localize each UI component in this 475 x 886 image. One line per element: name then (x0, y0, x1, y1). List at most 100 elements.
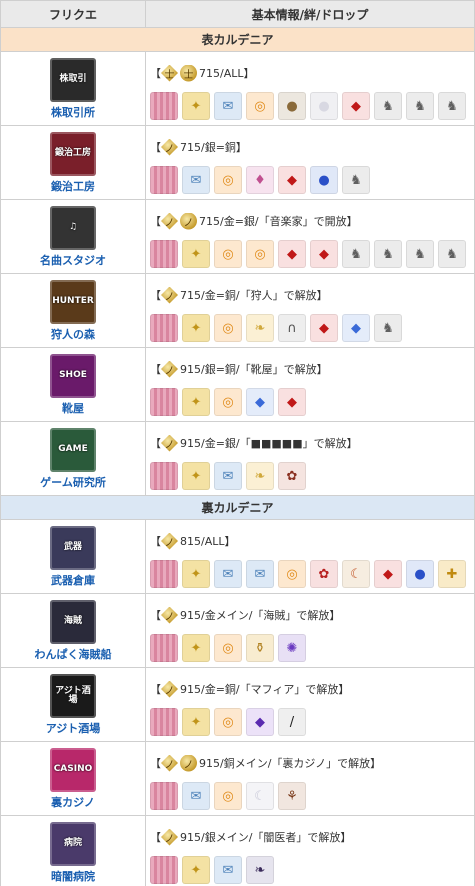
quest-logo[interactable]: 海賊 (50, 599, 96, 644)
violet-gem-icon[interactable]: ◆ (246, 708, 274, 736)
quest-name-link[interactable]: 暗闇病院 (1, 868, 145, 884)
quest-name-link[interactable]: 靴屋 (1, 400, 145, 416)
quest-name-link[interactable]: 名曲スタジオ (1, 252, 145, 268)
statue-icon[interactable]: ♞ (374, 314, 402, 342)
sickle-icon[interactable]: ☾ (342, 560, 370, 588)
statue-icon[interactable]: ♞ (406, 240, 434, 268)
orb-icon[interactable]: ✺ (278, 634, 306, 662)
ring-icon[interactable]: ◎ (278, 560, 306, 588)
ring-icon[interactable]: ◎ (214, 240, 242, 268)
quest-logo[interactable]: ♫ (50, 205, 96, 250)
quest-name-link[interactable]: 狩人の森 (1, 326, 145, 342)
quest-name-link[interactable]: 株取引所 (1, 104, 145, 120)
pink-item[interactable] (150, 92, 178, 120)
ring-icon[interactable]: ◎ (214, 166, 242, 194)
quest-logo[interactable]: CASINO (50, 747, 96, 792)
quest-logo[interactable]: GAME (50, 427, 96, 472)
pink-item[interactable] (150, 166, 178, 194)
pink-item[interactable] (150, 314, 178, 342)
statue-icon[interactable]: ♞ (406, 92, 434, 120)
bond-item[interactable]: ✦ (182, 462, 210, 490)
quest-name-link[interactable]: ゲーム研究所 (1, 474, 145, 490)
quest-logo[interactable]: 株取引 (50, 57, 96, 102)
quest-info-cell: 【ノノ 915/銅メイン/「裏カジノ」で解放】 ✉ ◎ ☾ ⚘ (145, 741, 475, 816)
statue-icon[interactable]: ♞ (374, 92, 402, 120)
quest-name-link[interactable]: 裏カジノ (1, 794, 145, 810)
rose-icon[interactable]: ✿ (310, 560, 338, 588)
ticket-icon[interactable]: ✉ (214, 462, 242, 490)
statue-icon[interactable]: ♞ (342, 166, 370, 194)
pink-item[interactable] (150, 462, 178, 490)
quest-logo[interactable]: HUNTER (50, 279, 96, 324)
feather-icon[interactable]: ❧ (246, 462, 274, 490)
quest-row: 鍛治工房 鍛治工房【ノ 715/銀=銅】 ✉ ◎ ♦ ◆ ● ♞ (0, 125, 475, 200)
ring-icon[interactable]: ◎ (214, 388, 242, 416)
quest-name-link[interactable]: 鍛治工房 (1, 178, 145, 194)
statue-icon[interactable]: ♞ (438, 92, 466, 120)
ring-icon[interactable]: ◎ (214, 314, 242, 342)
bond-item[interactable]: ✦ (182, 856, 210, 884)
pink-item[interactable] (150, 388, 178, 416)
ring-icon[interactable]: ◎ (214, 634, 242, 662)
ring-icon[interactable]: ◎ (246, 92, 274, 120)
ruby-icon[interactable]: ◆ (310, 314, 338, 342)
statue-icon[interactable]: ♞ (438, 240, 466, 268)
pink-item[interactable] (150, 634, 178, 662)
pink-item[interactable] (150, 782, 178, 810)
bond-item[interactable]: ✦ (182, 708, 210, 736)
pink-item[interactable] (150, 708, 178, 736)
statue-icon[interactable]: ♞ (374, 240, 402, 268)
quest-location-cell: 株取引 株取引所 (0, 51, 146, 126)
pink-item[interactable] (150, 560, 178, 588)
horseshoe-icon[interactable]: ∩ (278, 314, 306, 342)
ticket-icon[interactable]: ✉ (214, 92, 242, 120)
bond-item[interactable]: ✦ (182, 92, 210, 120)
quest-logo[interactable]: SHOE (50, 353, 96, 398)
gold-item[interactable]: ✚ (438, 560, 466, 588)
quest-logo[interactable]: 鍛治工房 (50, 131, 96, 176)
ring-icon[interactable]: ◎ (214, 708, 242, 736)
ruby-icon[interactable]: ◆ (278, 166, 306, 194)
ticket-icon[interactable]: ✉ (214, 856, 242, 884)
blue-gem-icon[interactable]: ◆ (246, 388, 274, 416)
pink-item[interactable] (150, 856, 178, 884)
dark-feather-icon[interactable]: ❧ (246, 856, 274, 884)
ruby-icon[interactable]: ◆ (310, 240, 338, 268)
ticket-icon[interactable]: ✉ (246, 560, 274, 588)
bond-item[interactable]: ✦ (182, 240, 210, 268)
quest-logo[interactable]: アジト酒場 (50, 673, 96, 718)
ball-icon[interactable]: ● (278, 92, 306, 120)
pearl-icon[interactable]: ● (310, 92, 338, 120)
moon-icon[interactable]: ☾ (246, 782, 274, 810)
ring-icon[interactable]: ◎ (246, 240, 274, 268)
pink-item[interactable] (150, 240, 178, 268)
ruby-icon[interactable]: ◆ (374, 560, 402, 588)
bond-item[interactable]: ✦ (182, 634, 210, 662)
ticket-icon[interactable]: ✉ (214, 560, 242, 588)
ring-icon[interactable]: ◎ (214, 782, 242, 810)
section-title: 表カルデニア (0, 27, 475, 52)
bond-item[interactable]: ✦ (182, 388, 210, 416)
ticket-icon[interactable]: ✉ (182, 782, 210, 810)
flask-icon[interactable]: ♦ (246, 166, 274, 194)
gem-icon[interactable]: ✿ (278, 462, 306, 490)
bond-item[interactable]: ✦ (182, 314, 210, 342)
quest-name-link[interactable]: 武器倉庫 (1, 572, 145, 588)
blue-gem-icon[interactable]: ◆ (342, 314, 370, 342)
jar-icon[interactable]: ⚱ (246, 634, 274, 662)
sapphire-icon[interactable]: ● (310, 166, 338, 194)
ticket-icon[interactable]: ✉ (182, 166, 210, 194)
quest-name-link[interactable]: アジト酒場 (1, 720, 145, 736)
fork-icon[interactable]: ⚘ (278, 782, 306, 810)
statue-icon[interactable]: ♞ (342, 240, 370, 268)
sapphire-icon[interactable]: ● (406, 560, 434, 588)
quest-logo[interactable]: 病院 (50, 821, 96, 866)
knife-icon[interactable]: / (278, 708, 306, 736)
ruby-icon[interactable]: ◆ (278, 388, 306, 416)
ruby-icon[interactable]: ◆ (342, 92, 370, 120)
quest-name-link[interactable]: わんぱく海賊船 (1, 646, 145, 662)
bond-item[interactable]: ✦ (182, 560, 210, 588)
feather-icon[interactable]: ❧ (246, 314, 274, 342)
quest-logo[interactable]: 武器 (50, 525, 96, 570)
ruby-icon[interactable]: ◆ (278, 240, 306, 268)
